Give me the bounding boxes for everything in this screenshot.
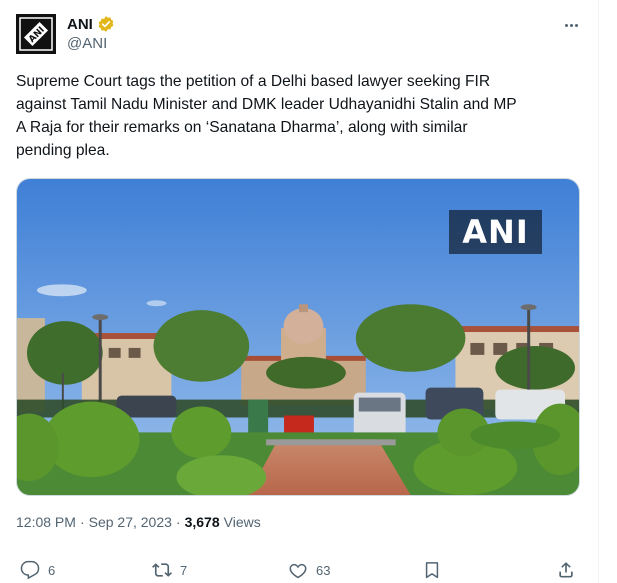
repost-button[interactable]: 7 bbox=[152, 560, 187, 580]
avatar[interactable]: ANI bbox=[16, 14, 56, 54]
author-name-row: ANI bbox=[67, 14, 115, 34]
tweet-meta: 12:08 PM · Sep 27, 2023 · 3,678 Views bbox=[16, 514, 261, 530]
tweet-date[interactable]: Sep 27, 2023 bbox=[89, 514, 172, 530]
meta-separator: · bbox=[175, 514, 181, 530]
timeline-border bbox=[598, 0, 599, 583]
author-display-name[interactable]: ANI bbox=[67, 16, 93, 33]
ani-logo-icon: ANI bbox=[16, 14, 56, 54]
bookmark-icon bbox=[425, 562, 439, 579]
share-button[interactable] bbox=[556, 560, 576, 580]
tweet-time[interactable]: 12:08 PM bbox=[16, 514, 76, 530]
like-count: 63 bbox=[316, 562, 331, 578]
bookmark-button[interactable] bbox=[422, 560, 442, 580]
repost-count: 7 bbox=[180, 562, 188, 578]
share-icon bbox=[559, 562, 573, 578]
reply-icon bbox=[20, 560, 40, 580]
repost-icon bbox=[152, 563, 172, 577]
like-icon bbox=[289, 563, 307, 579]
author-handle[interactable]: @ANI bbox=[67, 35, 107, 52]
reply-button[interactable]: 6 bbox=[20, 560, 55, 580]
more-options-icon[interactable] bbox=[560, 15, 582, 35]
meta-separator: · bbox=[79, 514, 85, 530]
action-bar: 6 7 63 bbox=[16, 560, 586, 583]
tweet-media-image[interactable]: ANI bbox=[16, 178, 580, 496]
verified-badge-icon[interactable] bbox=[97, 15, 115, 33]
like-button[interactable]: 63 bbox=[288, 560, 330, 580]
tweet-text: Supreme Court tags the petition of a Del… bbox=[16, 73, 517, 159]
ani-watermark: ANI bbox=[449, 210, 542, 254]
reply-count: 6 bbox=[48, 562, 56, 578]
views-label: Views bbox=[223, 514, 261, 530]
views-count: 3,678 bbox=[184, 514, 220, 530]
